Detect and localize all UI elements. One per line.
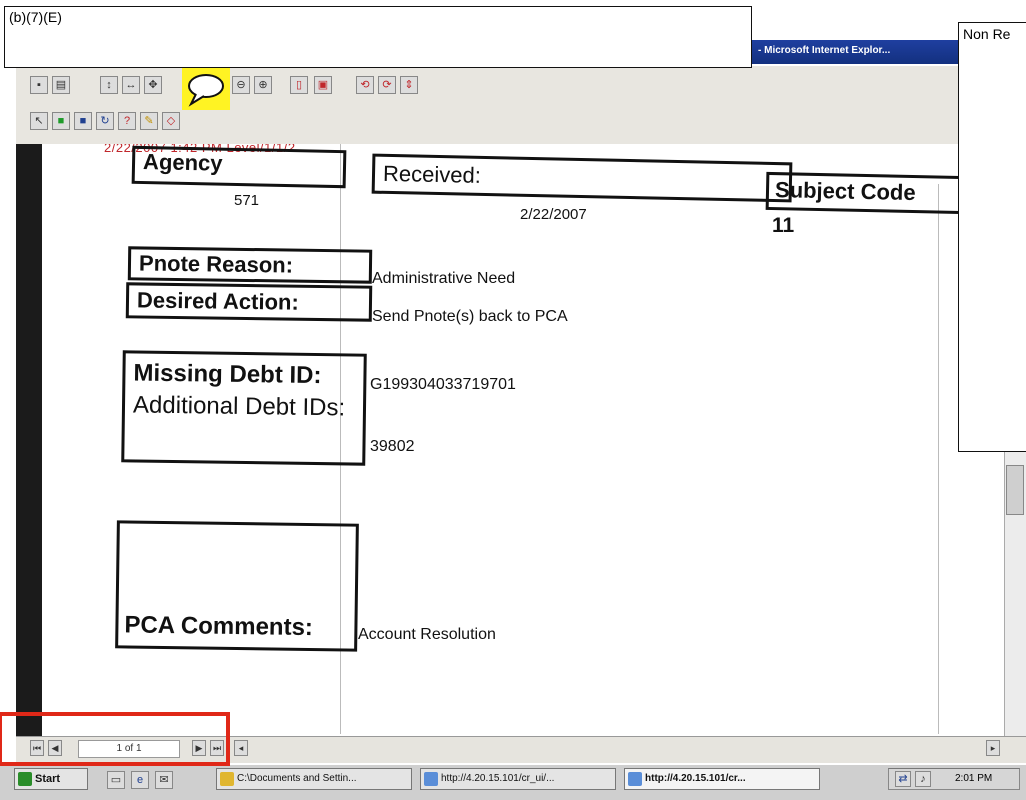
rotate-right-icon[interactable]: ⟳ [378,76,396,94]
scroll-left-icon[interactable]: ◂ [234,740,248,756]
system-tray: ⇄ ♪ 2:01 PM [888,768,1020,790]
agency-label: Agency [131,145,347,189]
taskbar-item-explorer[interactable]: C:\Documents and Settin... [216,768,412,790]
highlight-annotation-box [0,712,230,766]
ie-icon [424,772,438,786]
redaction-box-right: Non Re [958,22,1026,452]
missing-debt-label: Missing Debt ID: [133,359,322,390]
start-button[interactable]: Start [14,768,88,790]
agency-value: 571 [234,192,260,209]
ie-icon [628,772,642,786]
green-tag-icon[interactable]: ■ [52,112,70,130]
document-edge [16,144,42,744]
zoom-in-icon[interactable]: ⊕ [254,76,272,94]
taskbar-item-label: C:\Documents and Settin... [237,773,357,784]
comment-button-highlight[interactable] [182,68,230,110]
volume-icon[interactable]: ♪ [915,771,931,787]
desktop-icon[interactable]: ▭ [107,771,125,789]
desired-action-label: Desired Action: [125,282,373,322]
window-title: - Microsoft Internet Explor... [758,45,891,56]
redaction-label: (b)(7)(E) [9,9,62,25]
stamp-icon[interactable]: ◇ [162,112,180,130]
redaction-box-top: (b)(7)(E) [4,6,752,68]
missing-debt-value: G199304033719701 [370,376,516,393]
zoom-out-icon[interactable]: ⊖ [232,76,250,94]
outlook-icon[interactable]: ✉ [155,771,173,789]
fit-height-icon[interactable]: ↕ [100,76,118,94]
start-label: Start [35,773,61,785]
taskbar-item-label: http://4.20.15.101/cr... [645,773,746,784]
additional-debt-label: Additional Debt IDs: [132,391,346,422]
clock: 2:01 PM [955,773,993,784]
refresh-icon[interactable]: ↻ [96,112,114,130]
window-title-bar: - Microsoft Internet Explor... [752,40,962,64]
folder-icon [220,772,234,786]
document-page: 2/22/2007 1:42 PM Level/1/1/2 Agency 571… [42,144,960,734]
speech-bubble-icon [188,74,224,107]
pca-comments-value: Account Resolution [358,626,496,643]
additional-debt-value: 39802 [370,438,415,455]
ie-quicklaunch-icon[interactable]: e [131,771,149,789]
flip-icon[interactable]: ⇕ [400,76,418,94]
pnote-reason-value: Administrative Need [372,270,516,287]
select-icon[interactable]: ↖ [30,112,48,130]
blue-tag-icon[interactable]: ■ [74,112,92,130]
desired-action-value: Send Pnote(s) back to PCA [372,308,568,325]
page-double-icon[interactable]: ▣ [314,76,332,94]
fit-width-icon[interactable]: ↔ [122,76,140,94]
note-icon[interactable]: ✎ [140,112,158,130]
rotate-left-icon[interactable]: ⟲ [356,76,374,94]
help-icon[interactable]: ? [118,112,136,130]
pnote-reason-label: Pnote Reason: [127,246,373,284]
pca-comments-box: PCA Comments: [115,520,359,652]
taskbar-item-label: http://4.20.15.101/cr_ui/... [441,773,555,784]
save-icon[interactable]: ▪ [30,76,48,94]
pca-comments-label: PCA Comments: [124,611,314,642]
quick-launch: ▭ e ✉ [100,768,200,790]
debt-ids-box: Missing Debt ID: Additional Debt IDs: [121,350,367,466]
subject-code-value: 11 [772,214,795,237]
scroll-right-icon[interactable]: ▸ [986,740,1000,756]
redaction-label-right: Non Re [963,26,1011,42]
taskbar-item-browser[interactable]: http://4.20.15.101/cr_ui/... [420,768,616,790]
print-icon[interactable]: ▤ [52,76,70,94]
taskbar-item-browser-active[interactable]: http://4.20.15.101/cr... [624,768,820,790]
page-single-icon[interactable]: ▯ [290,76,308,94]
received-value: 2/22/2007 [520,206,587,223]
form-divider-right [938,184,939,734]
received-label: Received: [371,153,793,203]
scrollbar-thumb[interactable] [1006,465,1024,515]
subject-code-label: Subject Code [765,171,960,215]
windows-logo-icon [18,772,32,786]
network-icon[interactable]: ⇄ [895,771,911,787]
pan-icon[interactable]: ✥ [144,76,162,94]
